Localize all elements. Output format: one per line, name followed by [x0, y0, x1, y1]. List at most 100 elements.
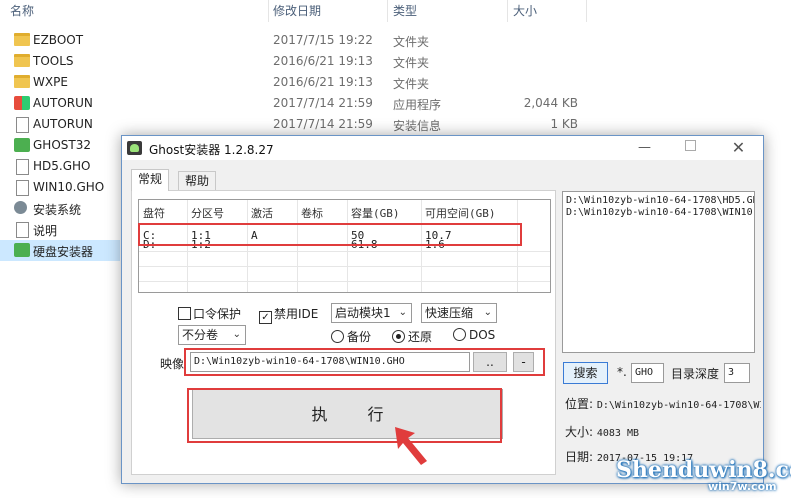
location-info: 位置: D:\Win10zyb-win10-64-1708\WIN10.GHO	[565, 395, 761, 412]
title-bar[interactable]: Ghost安装器 1.2.8.27 — ✕	[122, 136, 763, 160]
header-label[interactable]: 卷标	[301, 205, 323, 221]
password-checkbox[interactable]: 口令保护	[178, 305, 241, 322]
folder-icon	[14, 54, 30, 67]
radio-backup[interactable]: 备份	[331, 328, 371, 345]
check-icon: ✓	[259, 311, 272, 324]
file-name: 硬盘安装器	[33, 245, 94, 259]
tab-general[interactable]: 常规	[131, 169, 170, 191]
found-images-list[interactable]: D:\Win10zyb-win10-64-1708\HD5.GHO D:\Win…	[562, 191, 755, 353]
maximize-button[interactable]	[668, 136, 713, 160]
file-name: AUTORUN	[33, 117, 93, 131]
grid-line	[139, 281, 550, 282]
folder-icon	[14, 75, 30, 88]
header-partition-number[interactable]: 分区号	[191, 205, 224, 221]
radio-selected-icon	[392, 330, 405, 343]
file-type: 文件夹	[393, 77, 430, 91]
folder-icon	[14, 33, 30, 46]
disable-ide-checkbox[interactable]: ✓ 禁用IDE	[259, 305, 318, 324]
file-row-selected[interactable]: 硬盘安装器	[0, 240, 120, 261]
partition-list[interactable]: 盘符 分区号 激活 卷标 容量(GB) 可用空间(GB) C: 1:1 A 50…	[138, 199, 551, 293]
file-type: 安装信息	[393, 119, 442, 133]
file-name: TOOLS	[33, 54, 74, 68]
checkbox-box	[178, 307, 191, 320]
image-label: 映像	[160, 357, 185, 371]
radio-dos[interactable]: DOS	[453, 328, 495, 342]
disable-ide-label: 禁用IDE	[274, 307, 319, 321]
file-row[interactable]: AUTORUN 2017/7/14 21:59 应用程序 2,044 KB	[0, 93, 600, 114]
settings-file-icon	[16, 117, 29, 133]
location-label: 位置:	[565, 397, 594, 411]
file-row[interactable]: EZBOOT 2017/7/15 19:22 文件夹	[0, 30, 600, 51]
watermark-secondary: win7w.com	[708, 480, 777, 493]
size-label: 大小:	[565, 425, 594, 439]
backup-label: 备份	[347, 330, 372, 344]
column-name[interactable]: 名称	[10, 2, 34, 19]
file-name: 安装系统	[33, 203, 82, 217]
restore-label: 还原	[408, 330, 433, 344]
password-label: 口令保护	[193, 307, 242, 321]
file-date: 2017/7/15 19:22	[273, 33, 373, 47]
header-free-space[interactable]: 可用空间(GB)	[425, 205, 496, 221]
boot-module-select[interactable]: 启动模块1 ⌄	[331, 303, 412, 323]
file-type: 文件夹	[393, 35, 430, 49]
file-date: 2016/6/21 19:13	[273, 75, 373, 89]
highlight-box-image-path	[184, 348, 545, 376]
column-divider	[586, 0, 587, 22]
gear-icon	[14, 201, 27, 214]
split-select[interactable]: 不分卷 ⌄	[178, 325, 246, 345]
size-value: 4083 MB	[596, 428, 640, 439]
highlight-box-partition	[138, 223, 522, 246]
column-divider	[387, 0, 388, 22]
radio-icon	[331, 330, 344, 343]
depth-label: 目录深度	[671, 367, 720, 381]
file-date: 2017/7/14 21:59	[273, 117, 373, 131]
file-icon	[16, 159, 29, 175]
date-label: 日期:	[565, 450, 594, 464]
red-arrow-icon	[395, 427, 427, 465]
file-name: 说明	[33, 224, 58, 238]
header-active[interactable]: 激活	[251, 205, 273, 221]
file-size: 1 KB	[550, 117, 578, 131]
minimize-button[interactable]: —	[622, 136, 667, 160]
compression-value: 快速压缩	[425, 306, 474, 320]
file-type: 应用程序	[393, 98, 442, 112]
size-info: 大小: 4083 MB	[565, 423, 639, 440]
column-divider	[507, 0, 508, 22]
column-divider	[268, 0, 269, 22]
file-row[interactable]: AUTORUN 2017/7/14 21:59 安装信息 1 KB	[0, 114, 600, 135]
search-button[interactable]: 搜索	[563, 362, 608, 384]
file-icon	[16, 180, 29, 196]
app-icon	[14, 96, 30, 110]
split-value: 不分卷	[182, 328, 219, 342]
file-name: WXPE	[33, 75, 68, 89]
ghost-icon	[14, 243, 30, 257]
file-date: 2017/7/14 21:59	[273, 96, 373, 110]
depth-input[interactable]: 3	[724, 363, 750, 383]
found-image-item[interactable]: D:\Win10zyb-win10-64-1708\HD5.GHO	[563, 192, 754, 207]
highlight-box-execute	[187, 388, 502, 443]
tab-help[interactable]: 帮助	[178, 171, 217, 191]
file-name: WIN10.GHO	[33, 180, 105, 194]
found-image-item[interactable]: D:\Win10zyb-win10-64-1708\WIN10.GHO	[563, 207, 754, 219]
boot-module-value: 启动模块1	[335, 306, 391, 320]
file-row[interactable]: WXPE 2016/6/21 19:13 文件夹	[0, 72, 600, 93]
close-button[interactable]: ✕	[716, 136, 761, 160]
header-drive[interactable]: 盘符	[143, 205, 165, 221]
ghost-icon	[14, 138, 30, 152]
column-date[interactable]: 修改日期	[273, 2, 321, 19]
column-type[interactable]: 类型	[393, 2, 417, 19]
dos-label: DOS	[469, 328, 496, 342]
file-icon	[16, 222, 29, 238]
compression-select[interactable]: 快速压缩 ⌄	[421, 303, 497, 323]
radio-restore[interactable]: 还原	[392, 328, 432, 345]
window-title: Ghost安装器 1.2.8.27	[149, 143, 274, 157]
ghost-app-icon	[127, 141, 142, 155]
file-date: 2016/6/21 19:13	[273, 54, 373, 68]
column-size[interactable]: 大小	[513, 2, 537, 19]
file-name: HD5.GHO	[33, 159, 91, 173]
extension-input[interactable]: GHO	[631, 363, 664, 383]
radio-icon	[453, 328, 466, 341]
header-capacity[interactable]: 容量(GB)	[351, 205, 400, 221]
grid-line	[139, 266, 550, 267]
file-row[interactable]: TOOLS 2016/6/21 19:13 文件夹	[0, 51, 600, 72]
